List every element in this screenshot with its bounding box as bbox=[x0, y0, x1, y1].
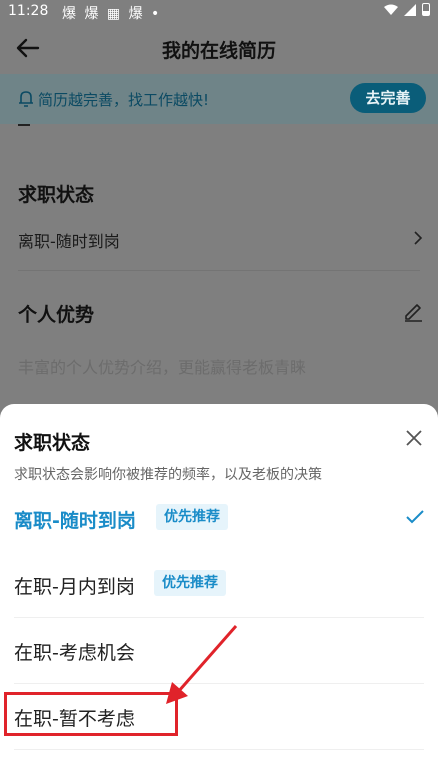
edit-pencil-icon[interactable] bbox=[402, 300, 424, 322]
banner-text: 简历越完善，找工作越快! bbox=[38, 91, 210, 109]
annotation-arrow-icon bbox=[166, 625, 238, 704]
close-icon[interactable] bbox=[404, 428, 424, 448]
bell-icon bbox=[19, 91, 33, 107]
tip-banner: 简历越完善，找工作越快! 去完善 bbox=[0, 74, 438, 124]
check-icon bbox=[406, 510, 424, 524]
status-time: 11:28 bbox=[8, 3, 49, 19]
option-label: 在职-月内到岗 bbox=[14, 576, 135, 598]
complete-resume-button[interactable]: 去完善 bbox=[350, 83, 426, 113]
job-status-value[interactable]: 离职-随时到岗 bbox=[18, 228, 120, 252]
sheet-title: 求职状态 bbox=[14, 432, 91, 454]
signal-icon bbox=[404, 3, 416, 16]
advantage-title: 个人优势 bbox=[18, 304, 95, 326]
page-title: 我的在线简历 bbox=[161, 40, 276, 62]
divider bbox=[18, 270, 420, 271]
status-bar: 11:28 爆 爆 ▦ 爆 • bbox=[0, 0, 438, 24]
priority-badge: 优先推荐 bbox=[156, 504, 228, 530]
battery-icon bbox=[422, 3, 430, 16]
priority-badge: 优先推荐 bbox=[154, 570, 226, 596]
scroll-remnant bbox=[18, 124, 30, 126]
option-employed-within-month[interactable]: 在职-月内到岗 优先推荐 bbox=[0, 552, 438, 618]
annotation-highlight-box bbox=[4, 692, 178, 736]
app-header: 我的在线简历 bbox=[0, 24, 438, 74]
option-label: 在职-考虑机会 bbox=[14, 642, 135, 664]
notification-icons: 爆 爆 ▦ 爆 • bbox=[62, 6, 162, 22]
wifi-icon bbox=[384, 4, 398, 15]
option-label: 离职-随时到岗 bbox=[14, 510, 136, 532]
sheet-description: 求职状态会影响你被推荐的频率，以及老板的决策 bbox=[14, 467, 322, 483]
system-icons bbox=[384, 3, 430, 16]
advantage-placeholder[interactable]: 丰富的个人优势介绍，更能赢得老板青睐 bbox=[18, 354, 306, 378]
divider bbox=[14, 749, 424, 750]
chevron-right-icon[interactable] bbox=[412, 230, 424, 246]
job-status-title: 求职状态 bbox=[18, 184, 95, 206]
option-leave-anytime[interactable]: 离职-随时到岗 优先推荐 bbox=[0, 486, 438, 552]
